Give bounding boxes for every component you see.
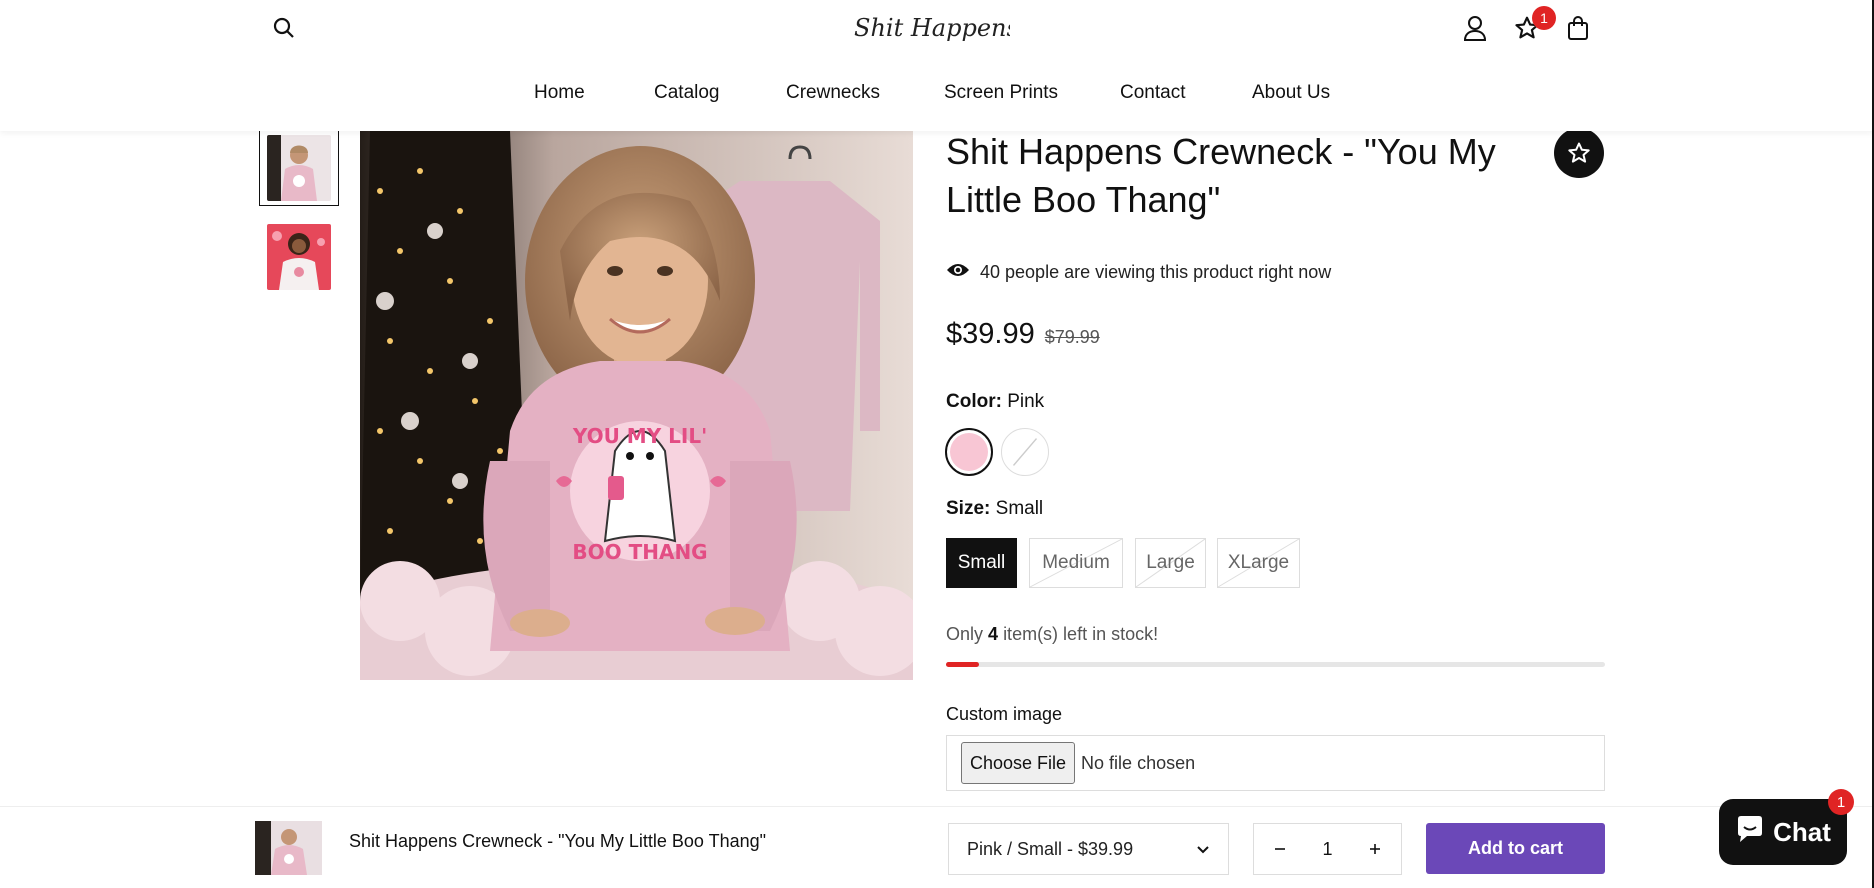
size-button-xlarge[interactable]: XLarge: [1217, 538, 1300, 588]
gallery-thumbnail-2[interactable]: [259, 219, 339, 295]
wishlist-count-badge: 1: [1532, 6, 1556, 30]
nav-home[interactable]: Home: [534, 82, 585, 104]
svg-text:Shit Happens™: Shit Happens™: [854, 14, 1010, 42]
sticky-add-to-cart-bar: Shit Happens Crewneck - "You My Little B…: [0, 806, 1874, 888]
minus-icon: [1275, 848, 1285, 850]
product-page: Shit Happens™ 1 Home Catalog Crewnecks S…: [0, 0, 1874, 888]
sticky-product-title: Shit Happens Crewneck - "You My Little B…: [349, 831, 767, 851]
chat-label: Chat: [1773, 816, 1831, 847]
size-label: Size:: [946, 498, 991, 519]
color-option-label: Color: Pink: [946, 391, 1044, 413]
account-icon[interactable]: [1459, 12, 1491, 44]
price-row: $39.99 $79.99: [946, 318, 1100, 351]
eye-icon: [946, 262, 970, 283]
add-to-wishlist-button[interactable]: [1554, 128, 1604, 178]
stock-notice: Only 4 item(s) left in stock!: [946, 624, 1158, 645]
color-swatch-pink[interactable]: [945, 428, 993, 476]
pink-swatch-fill: [950, 433, 988, 471]
gallery-thumbnail-1[interactable]: [259, 130, 339, 206]
nav-about-us[interactable]: About Us: [1252, 82, 1330, 104]
stock-progress-fill: [946, 662, 979, 667]
decrease-quantity-button[interactable]: [1268, 837, 1292, 861]
size-xlarge-label: XLarge: [1227, 552, 1290, 573]
plus-icon: [1369, 844, 1380, 854]
star-icon: [1568, 142, 1590, 163]
chat-unread-badge: 1: [1828, 789, 1854, 815]
size-large-label: Large: [1146, 552, 1195, 573]
main-navigation: Home Catalog Crewnecks Screen Prints Con…: [0, 82, 1874, 110]
file-status-text: No file chosen: [1081, 752, 1196, 773]
sale-price: $39.99: [946, 318, 1035, 350]
increase-quantity-button[interactable]: [1363, 837, 1387, 861]
chevron-down-icon: [1196, 839, 1210, 860]
stock-count: 4: [988, 624, 999, 644]
compare-price: $79.99: [1044, 327, 1100, 347]
site-header: Shit Happens™ 1 Home Catalog Crewnecks S…: [0, 0, 1874, 131]
search-icon[interactable]: [268, 12, 300, 44]
graphic-text-bottom: BOO THANG: [572, 540, 707, 564]
size-option-label: Size: Small: [946, 498, 1043, 520]
size-button-large[interactable]: Large: [1135, 538, 1206, 588]
chat-bubble-icon: [1735, 815, 1765, 850]
variant-select[interactable]: Pink / Small - $39.99: [948, 823, 1229, 875]
product-photo-thumb: [267, 135, 331, 201]
nav-catalog[interactable]: Catalog: [654, 82, 720, 104]
nav-crewnecks[interactable]: Crewnecks: [786, 82, 880, 104]
quantity-value[interactable]: 1: [1322, 839, 1332, 860]
stock-prefix: Only: [946, 624, 984, 644]
custom-image-file-input[interactable]: Choose File No file chosen: [946, 735, 1605, 791]
viewers-notice: 40 people are viewing this product right…: [946, 258, 1331, 286]
size-button-small[interactable]: Small: [946, 538, 1017, 588]
add-to-cart-button[interactable]: Add to cart: [1426, 823, 1605, 874]
variant-select-value: Pink / Small - $39.99: [967, 838, 1134, 859]
main-product-image[interactable]: YOU MY LIL' BOO THANG: [360, 131, 913, 680]
stock-progress-bar: [946, 662, 1605, 667]
stock-suffix: item(s) left in stock!: [1003, 624, 1159, 644]
product-photo-thumb-alt: [267, 224, 331, 290]
size-button-medium[interactable]: Medium: [1029, 538, 1123, 588]
custom-image-label: Custom image: [946, 704, 1063, 724]
sticky-product-thumbnail: [255, 821, 322, 875]
viewers-text: 40 people are viewing this product right…: [980, 261, 1332, 282]
color-value: Pink: [1007, 391, 1045, 412]
color-swatch-white-unavailable[interactable]: [1001, 428, 1049, 476]
quantity-stepper: 1: [1253, 823, 1402, 875]
unavailable-slash-icon: [1012, 438, 1038, 466]
product-title: Shit Happens Crewneck - "You My Little B…: [946, 131, 1496, 220]
size-value: Small: [995, 498, 1044, 519]
size-medium-label: Medium: [1042, 552, 1110, 573]
choose-file-button[interactable]: Choose File: [961, 742, 1076, 784]
graphic-text-top: YOU MY LIL': [572, 424, 707, 448]
color-label: Color:: [946, 391, 1002, 412]
nav-contact[interactable]: Contact: [1120, 82, 1185, 104]
site-logo[interactable]: Shit Happens™: [850, 8, 1043, 48]
nav-screen-prints[interactable]: Screen Prints: [944, 82, 1058, 104]
chat-widget-button[interactable]: Chat: [1719, 799, 1847, 865]
cart-icon[interactable]: [1562, 12, 1594, 44]
